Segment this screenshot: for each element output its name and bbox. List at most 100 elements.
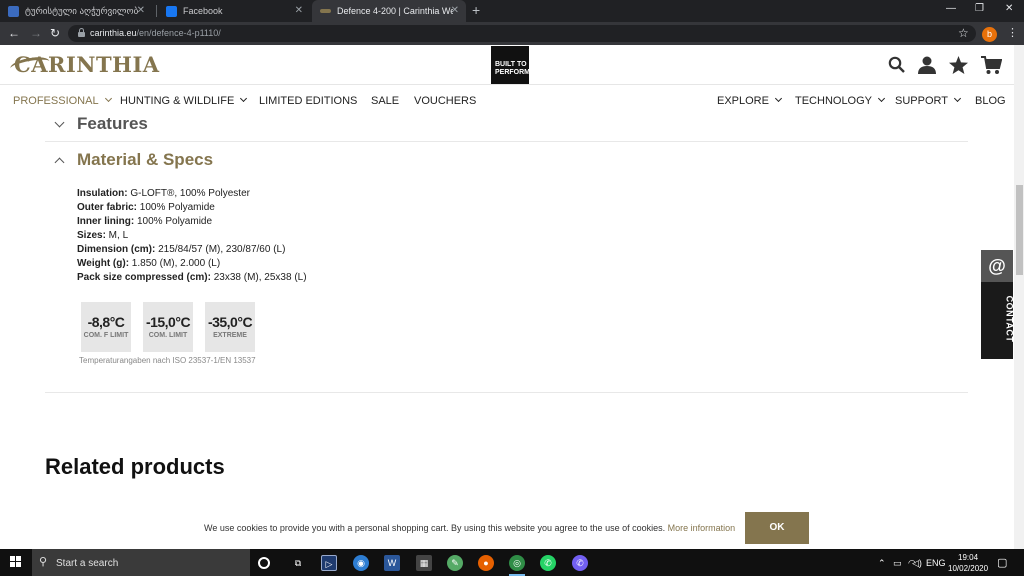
contact-label: CONTACT (1004, 295, 1015, 343)
app-icon-browser[interactable]: ◉ (353, 555, 369, 571)
browser-tab-1[interactable]: ტურისტული აღჭურვილობ ✕ (0, 0, 152, 22)
features-accordion-header[interactable]: Features (54, 114, 148, 134)
cookie-message: We use cookies to provide you with a per… (204, 523, 666, 533)
carinthia-logo[interactable]: CARINTHIA (9, 52, 160, 77)
viber-icon[interactable]: ✆ (572, 555, 588, 571)
temp-label: EXTREME (213, 332, 247, 339)
taskbar-clock[interactable]: 19:04 10/02/2020 (948, 552, 988, 574)
bookmark-star-icon[interactable]: ☆ (958, 26, 969, 40)
scrollbar-thumb[interactable] (1016, 185, 1023, 275)
browser-tab-3-active[interactable]: Defence 4-200 | Carinthia Websh ✕ (312, 0, 466, 22)
app-icon-paint[interactable]: ✎ (447, 555, 463, 571)
temp-label: COM. F LIMIT (83, 332, 129, 339)
page-scrollbar[interactable] (1014, 45, 1024, 549)
firefox-icon[interactable]: ● (478, 555, 494, 571)
nav-sale[interactable]: SALE (371, 95, 399, 107)
nav-blog[interactable]: BLOG (975, 95, 1006, 107)
spec-value: 1.850 (M), 2.000 (L) (129, 258, 221, 269)
nav-technology[interactable]: TECHNOLOGY (795, 94, 886, 107)
word-icon[interactable]: W (384, 555, 400, 571)
task-view-icon[interactable]: ⧉ (290, 555, 306, 571)
close-tab-icon[interactable]: ✕ (137, 5, 145, 16)
restore-icon[interactable]: ❐ (975, 3, 984, 14)
facebook-favicon-icon (166, 5, 177, 17)
nav-limited-editions[interactable]: LIMITED EDITIONS (259, 95, 357, 107)
close-window-icon[interactable]: ✕ (1005, 3, 1013, 14)
back-arrow-icon[interactable]: ← (8, 26, 20, 40)
new-tab-button[interactable]: + (472, 2, 480, 18)
taskbar-search-box[interactable]: ⚲ Start a search (32, 549, 250, 576)
tab-divider (156, 5, 157, 17)
carinthia-favicon-icon (320, 9, 331, 13)
chevron-down-icon (54, 117, 65, 127)
spec-label: Insulation: (77, 188, 128, 199)
close-tab-icon[interactable]: ✕ (295, 5, 303, 16)
volume-icon[interactable]: ◁) (912, 558, 922, 569)
search-icon: ⚲ (39, 556, 48, 568)
iso-note: Temperaturangaben nach ISO 23537-1/EN 13… (79, 356, 256, 365)
nav-label: SUPPORT (895, 95, 948, 107)
minimize-icon[interactable]: — (946, 3, 956, 14)
spec-value: 100% Polyamide (134, 216, 213, 227)
cookie-ok-button[interactable]: OK (745, 512, 809, 544)
nav-label: PROFESSIONAL (13, 95, 99, 107)
profile-avatar[interactable]: b (982, 27, 997, 42)
spec-value: 215/84/57 (M), 230/87/60 (L) (155, 244, 286, 255)
contact-side-tab[interactable]: @ CONTACT (981, 250, 1015, 359)
app-icon-terminal[interactable]: ▷ (321, 555, 337, 571)
nav-label: EXPLORE (717, 95, 769, 107)
close-tab-icon[interactable]: ✕ (451, 5, 459, 16)
search-placeholder: Start a search (56, 558, 119, 569)
site-header: CARINTHIA BUILT TO PERFORM (0, 45, 1024, 85)
built-to-perform-badge: BUILT TO PERFORM (491, 46, 530, 84)
specs-accordion-header[interactable]: Material & Specs (54, 150, 214, 170)
url-text: carinthia.eu/en/defence-4-p1110/ (90, 28, 221, 38)
chevron-down-icon (240, 94, 248, 103)
main-navigation: PROFESSIONAL HUNTING & WILDLIFE LIMITED … (0, 86, 1024, 114)
cart-icon[interactable] (981, 56, 1003, 80)
spec-label: Dimension (cm): (77, 244, 156, 255)
temp-value: -15,0°C (145, 314, 191, 330)
temp-limit-badge: -15,0°C COM. LIMIT (143, 302, 193, 352)
spec-row-outer-fabric: Outer fabric: 100% Polyamide (77, 201, 307, 215)
account-icon[interactable] (917, 56, 937, 79)
address-bar: ← → ↻ carinthia.eu/en/defence-4-p1110/ (0, 22, 1024, 45)
whatsapp-icon[interactable]: ✆ (540, 555, 556, 571)
spec-label: Outer fabric: (77, 202, 138, 213)
browser-tab-bar: ტურისტული აღჭურვილობ ✕ Facebook ✕ Defenc… (0, 0, 1024, 22)
calculator-icon[interactable]: ▦ (416, 555, 432, 571)
windows-start-icon[interactable] (10, 556, 22, 568)
nav-label: TECHNOLOGY (795, 95, 873, 107)
search-icon[interactable] (888, 56, 906, 79)
spec-value: 100% Polyamide (137, 202, 215, 213)
section-divider (45, 141, 968, 142)
cortana-icon[interactable] (258, 557, 270, 569)
favorites-star-icon[interactable] (949, 56, 968, 79)
site-favicon-icon (8, 5, 19, 17)
browser-menu-icon[interactable]: ⋮ (1007, 26, 1018, 39)
browser-tab-2[interactable]: Facebook ✕ (158, 0, 310, 22)
chrome-icon[interactable]: ◎ (509, 555, 525, 571)
nav-professional[interactable]: PROFESSIONAL (13, 94, 112, 107)
nav-support[interactable]: SUPPORT (895, 94, 962, 107)
forward-arrow-icon[interactable]: → (30, 26, 42, 40)
language-indicator[interactable]: ENG (926, 558, 946, 568)
spec-row-dimension: Dimension (cm): 215/84/57 (M), 230/87/60… (77, 243, 307, 257)
features-title: Features (77, 114, 148, 133)
battery-icon[interactable]: ▭ (893, 558, 902, 569)
url-field[interactable]: carinthia.eu/en/defence-4-p1110/ (68, 25, 976, 42)
notifications-icon[interactable]: ▢ (997, 556, 1007, 569)
specs-title: Material & Specs (77, 150, 214, 169)
reload-icon[interactable]: ↻ (50, 26, 60, 40)
tray-chevron-up-icon[interactable]: ⌃ (878, 558, 886, 569)
email-at-icon: @ (981, 250, 1013, 282)
nav-vouchers[interactable]: VOUCHERS (414, 95, 476, 107)
chevron-down-icon (953, 94, 962, 103)
spec-label: Inner lining: (77, 216, 135, 227)
more-information-link[interactable]: More information (668, 523, 736, 533)
spec-row-weight: Weight (g): 1.850 (M), 2.000 (L) (77, 257, 307, 271)
nav-hunting-wildlife[interactable]: HUNTING & WILDLIFE (120, 94, 248, 107)
nav-explore[interactable]: EXPLORE (717, 94, 783, 107)
spec-label: Pack size compressed (cm): (77, 272, 211, 283)
spec-row-sizes: Sizes: M, L (77, 229, 307, 243)
